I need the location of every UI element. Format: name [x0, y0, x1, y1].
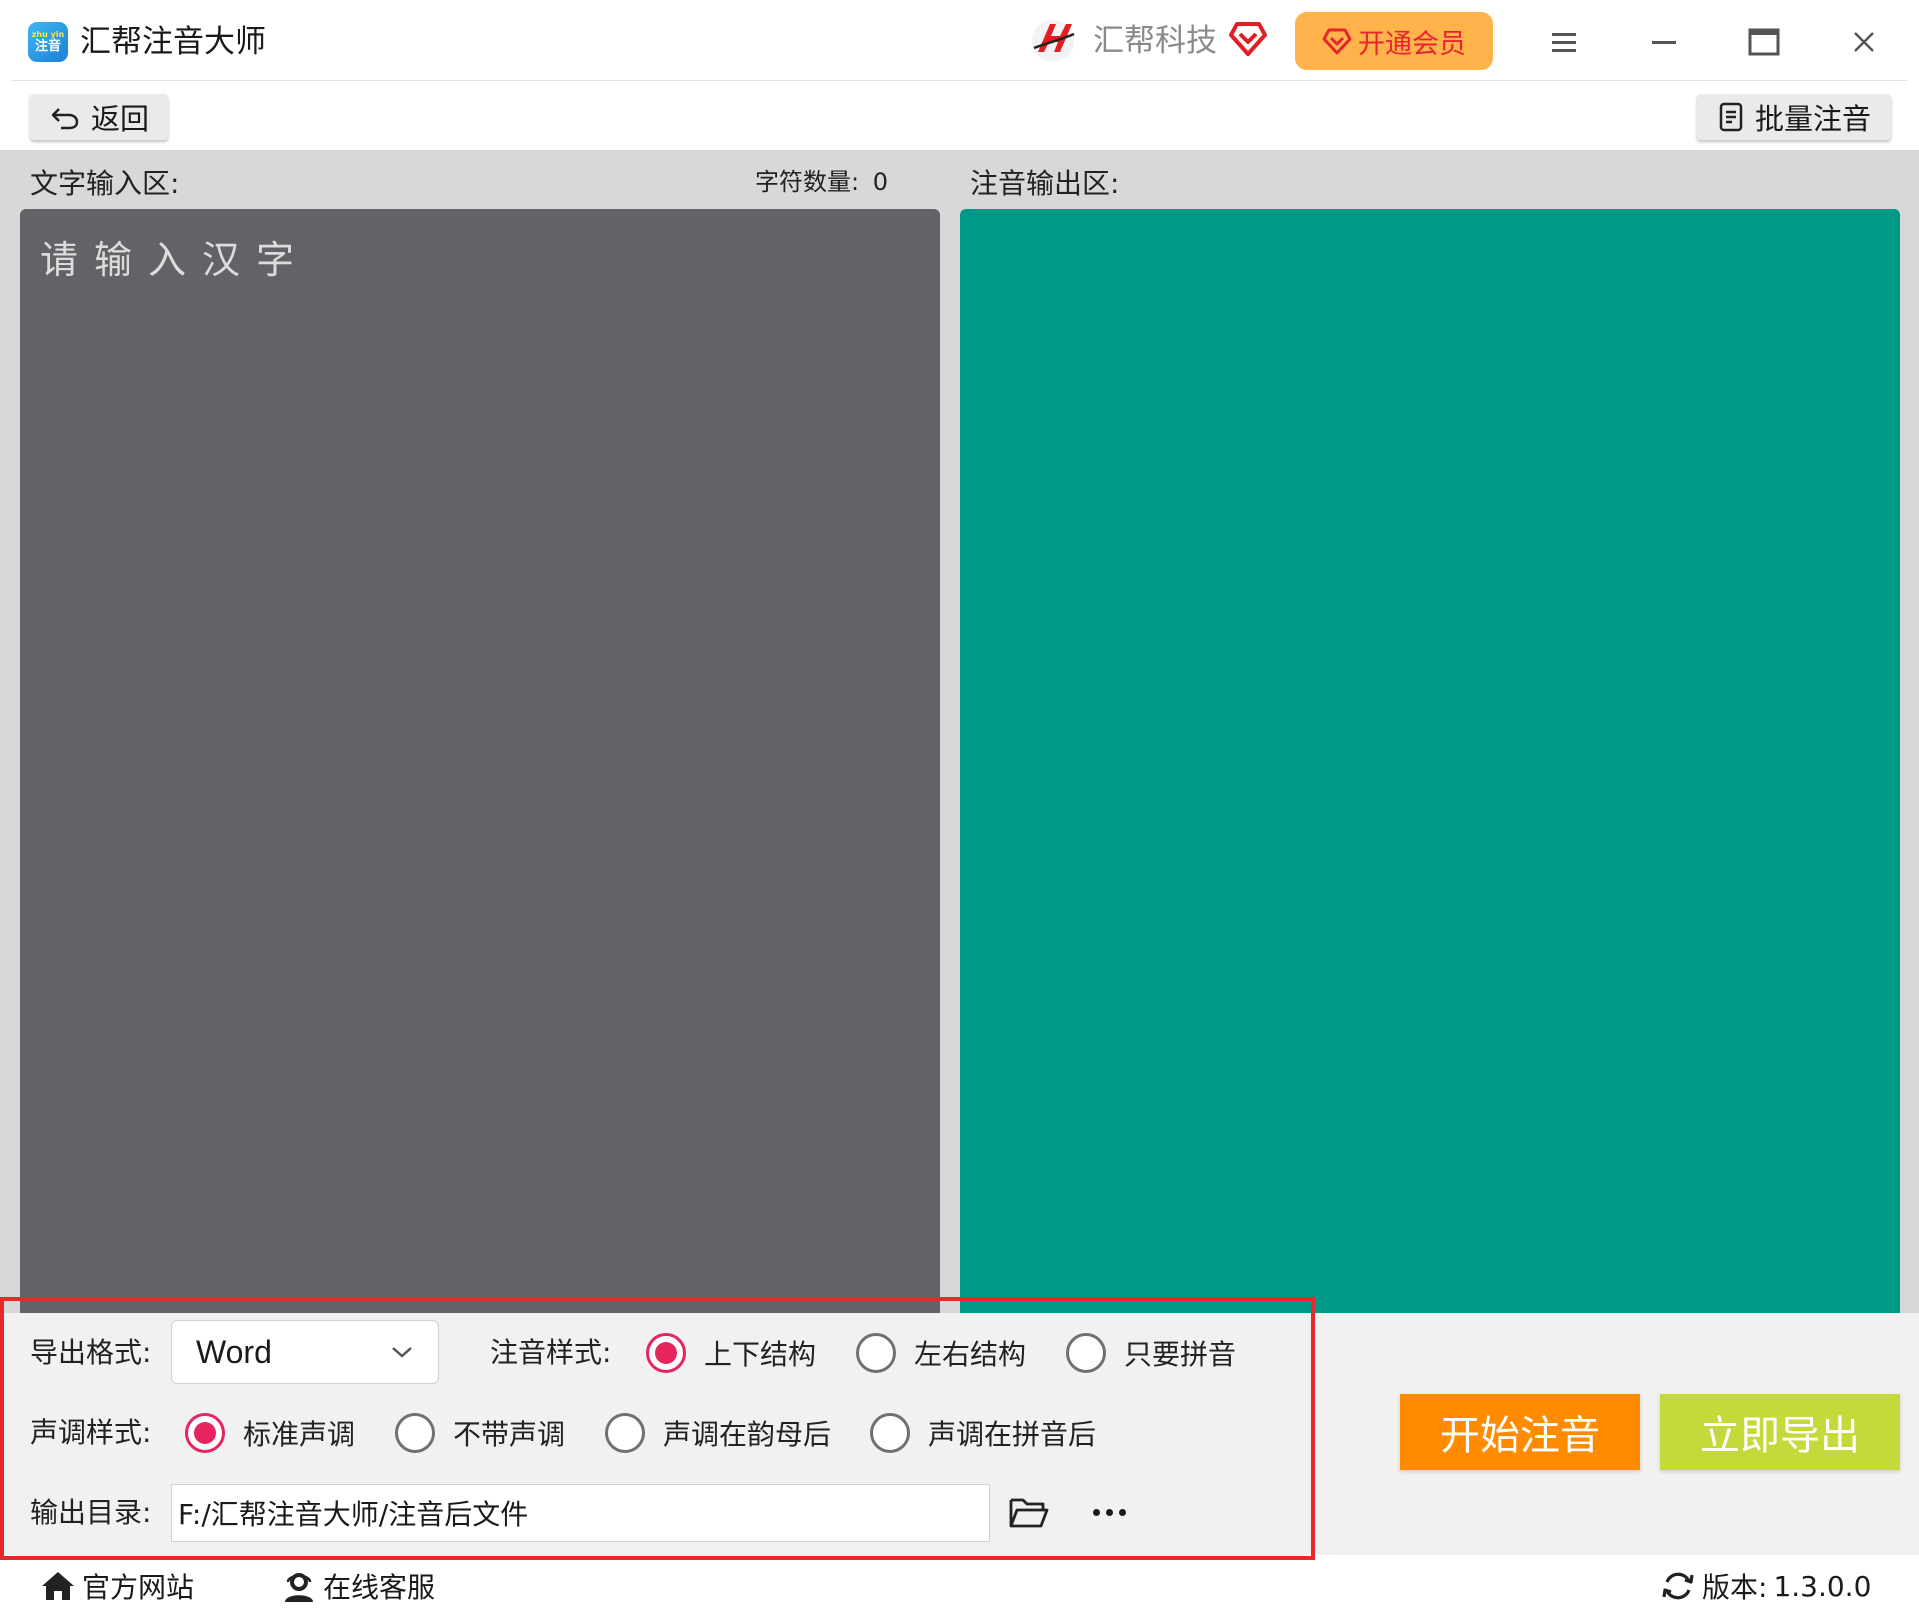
- input-area-label: 文字输入区:: [30, 167, 180, 200]
- minimize-button[interactable]: [1642, 20, 1686, 64]
- heart-diamond-icon: [1229, 22, 1267, 56]
- version-label: 版本:: [1702, 1571, 1768, 1604]
- close-button[interactable]: [1842, 20, 1886, 64]
- menu-button[interactable]: [1542, 20, 1586, 64]
- back-label: 返回: [90, 102, 149, 136]
- official-site-link[interactable]: 官方网站: [40, 1566, 194, 1606]
- back-arrow-icon: [51, 108, 79, 130]
- title-bar: [0, 0, 1919, 80]
- customer-service-icon: [285, 1573, 313, 1602]
- menu-icon: [1552, 33, 1576, 52]
- pinyin-output-area[interactable]: [960, 209, 1900, 1313]
- output-area-label: 注音输出区:: [970, 167, 1120, 200]
- official-site-label: 官方网站: [82, 1571, 195, 1604]
- batch-annotate-button[interactable]: 批量注音: [1697, 94, 1891, 140]
- online-service-label: 在线客服: [323, 1571, 436, 1604]
- app-title: 汇帮注音大师: [80, 24, 266, 60]
- title-divider: [12, 80, 1907, 81]
- close-icon: [1854, 32, 1874, 52]
- version-value: 1.3.0.0: [1773, 1569, 1872, 1603]
- back-button[interactable]: 返回: [30, 94, 168, 140]
- batch-label: 批量注音: [1754, 102, 1871, 136]
- minimize-icon: [1652, 41, 1676, 44]
- brand-logo-icon: [1032, 20, 1075, 62]
- online-service-link[interactable]: 在线客服: [281, 1566, 435, 1606]
- start-annotate-button[interactable]: 开始注音: [1400, 1394, 1640, 1470]
- app-logo: zhu yin 注音: [28, 22, 68, 62]
- export-now-button[interactable]: 立即导出: [1660, 1394, 1900, 1470]
- vip-button[interactable]: 开通会员: [1295, 12, 1493, 70]
- char-count-value: 0: [872, 168, 889, 196]
- version-info: 版本: 1.3.0.0: [1660, 1566, 1871, 1606]
- app-logo-bottom-text: 注音: [34, 39, 61, 54]
- highlight-frame: [0, 1297, 1315, 1560]
- home-icon: [42, 1572, 74, 1600]
- batch-document-icon: [1719, 102, 1743, 132]
- refresh-icon[interactable]: [1660, 1569, 1696, 1603]
- maximize-icon: [1748, 28, 1780, 56]
- char-count: 字符数量: 0: [755, 162, 888, 197]
- brand-name: 汇帮科技: [1093, 23, 1217, 59]
- vip-heart-icon: [1322, 28, 1352, 55]
- char-count-label: 字符数量:: [755, 168, 860, 196]
- maximize-button[interactable]: [1742, 20, 1786, 64]
- text-input-area[interactable]: [20, 209, 940, 1313]
- app-logo-top-text: zhu yin: [31, 30, 65, 39]
- vip-label: 开通会员: [1358, 28, 1466, 60]
